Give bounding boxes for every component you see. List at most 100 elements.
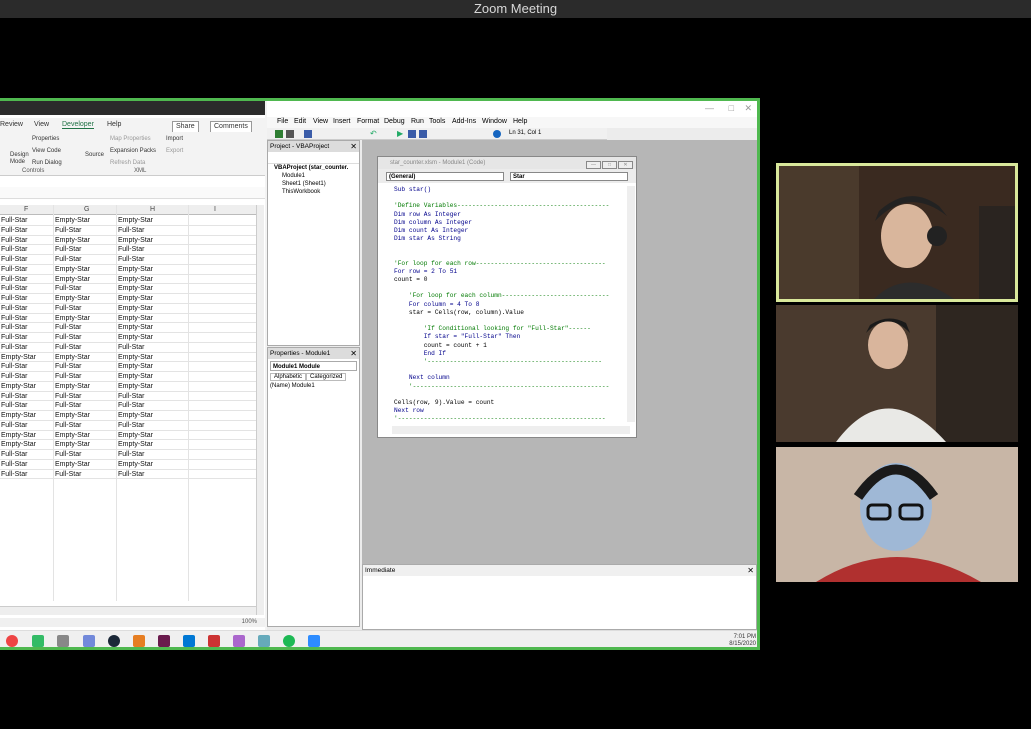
video-tile-3[interactable] <box>776 447 1018 582</box>
export-button[interactable]: Export <box>166 148 183 154</box>
tab-categorized[interactable]: Categorized <box>306 373 347 381</box>
import-button[interactable]: Import <box>166 136 183 142</box>
menu-item-file[interactable]: File <box>277 118 288 125</box>
app-icon[interactable] <box>208 635 220 647</box>
menu-item-addins[interactable]: Add-Ins <box>452 118 476 125</box>
undo-icon[interactable]: ↶ <box>370 130 378 138</box>
table-cell[interactable]: Full-Star <box>1 323 27 332</box>
close-icon[interactable]: ✕ <box>747 565 754 576</box>
table-cell[interactable]: Empty-Star <box>118 265 153 274</box>
design-mode-button[interactable]: Design Mode <box>10 152 30 166</box>
tab-help[interactable]: Help <box>107 121 121 128</box>
column-header-g[interactable]: G <box>84 206 89 213</box>
table-cell[interactable]: Empty-Star <box>55 411 90 420</box>
table-cell[interactable]: Empty-Star <box>118 382 153 391</box>
table-cell[interactable]: Empty-Star <box>118 216 153 225</box>
insert-module-icon[interactable] <box>286 130 294 138</box>
column-header-f[interactable]: F <box>24 206 28 213</box>
table-cell[interactable]: Full-Star <box>55 421 81 430</box>
maximize-icon[interactable]: □ <box>602 161 617 169</box>
table-cell[interactable]: Empty-Star <box>1 353 36 362</box>
table-cell[interactable]: Empty-Star <box>118 411 153 420</box>
table-cell[interactable]: Empty-Star <box>55 353 90 362</box>
video-tile-1[interactable] <box>776 163 1018 302</box>
table-cell[interactable]: Full-Star <box>55 304 81 313</box>
table-cell[interactable]: Full-Star <box>55 450 81 459</box>
properties-button[interactable]: Properties <box>32 136 59 142</box>
close-icon[interactable]: ✕ <box>350 348 357 359</box>
menu-item-insert[interactable]: Insert <box>333 118 351 125</box>
table-cell[interactable]: Full-Star <box>55 323 81 332</box>
table-cell[interactable]: Empty-Star <box>55 236 90 245</box>
table-cell[interactable]: Empty-Star <box>55 440 90 449</box>
table-cell[interactable]: Full-Star <box>1 343 27 352</box>
app-icon[interactable] <box>258 635 270 647</box>
app-icon[interactable] <box>158 635 170 647</box>
table-cell[interactable]: Full-Star <box>1 255 27 264</box>
close-icon[interactable]: ✕ <box>744 103 752 114</box>
table-cell[interactable]: Full-Star <box>1 284 27 293</box>
table-cell[interactable]: Empty-Star <box>118 294 153 303</box>
tree-module1[interactable]: Module1 <box>274 172 359 180</box>
maximize-icon[interactable]: □ <box>729 103 734 113</box>
table-cell[interactable]: Full-Star <box>118 401 144 410</box>
table-cell[interactable]: Full-Star <box>1 401 27 410</box>
object-select[interactable]: (General) <box>386 172 504 181</box>
property-name-row[interactable]: (Name) Module1 <box>268 381 359 391</box>
table-cell[interactable]: Full-Star <box>1 226 27 235</box>
procedure-select[interactable]: Star <box>510 172 628 181</box>
column-header-h[interactable]: H <box>150 206 155 213</box>
menu-item-format[interactable]: Format <box>357 118 379 125</box>
excel-icon[interactable] <box>275 130 283 138</box>
table-cell[interactable]: Empty-Star <box>118 323 153 332</box>
table-cell[interactable]: Full-Star <box>55 470 81 479</box>
table-cell[interactable]: Full-Star <box>55 392 81 401</box>
table-cell[interactable]: Full-Star <box>1 333 27 342</box>
table-cell[interactable]: Full-Star <box>1 294 27 303</box>
app-icon[interactable] <box>57 635 69 647</box>
video-tile-2[interactable] <box>776 305 1018 442</box>
tab-developer[interactable]: Developer <box>62 121 94 129</box>
table-cell[interactable]: Empty-Star <box>1 431 36 440</box>
code-vertical-scrollbar[interactable] <box>627 186 635 422</box>
table-cell[interactable]: Full-Star <box>55 372 81 381</box>
table-cell[interactable]: Full-Star <box>118 255 144 264</box>
table-cell[interactable]: Full-Star <box>1 362 27 371</box>
app-icon[interactable] <box>233 635 245 647</box>
table-cell[interactable]: Full-Star <box>118 421 144 430</box>
table-cell[interactable]: Full-Star <box>55 245 81 254</box>
discord-icon[interactable] <box>83 635 95 647</box>
break-icon[interactable] <box>408 130 416 138</box>
help-icon[interactable] <box>493 130 501 138</box>
table-cell[interactable]: Full-Star <box>1 304 27 313</box>
expansion-packs-button[interactable]: Expansion Packs <box>110 148 156 154</box>
table-cell[interactable]: Full-Star <box>1 236 27 245</box>
table-cell[interactable]: Empty-Star <box>118 284 153 293</box>
zoom-icon[interactable] <box>308 635 320 647</box>
tree-vbaproject[interactable]: VBAProject (star_counter. <box>274 164 359 172</box>
minimize-icon[interactable]: — <box>705 103 714 113</box>
table-cell[interactable]: Full-Star <box>1 216 27 225</box>
tree-sheet1[interactable]: Sheet1 (Sheet1) <box>274 180 359 188</box>
table-cell[interactable]: Empty-Star <box>55 460 90 469</box>
table-cell[interactable]: Empty-Star <box>118 333 153 342</box>
table-cell[interactable]: Full-Star <box>118 392 144 401</box>
table-cell[interactable]: Full-Star <box>1 421 27 430</box>
table-cell[interactable]: Full-Star <box>1 245 27 254</box>
table-cell[interactable]: Empty-Star <box>55 275 90 284</box>
table-cell[interactable]: Empty-Star <box>118 362 153 371</box>
excel-horizontal-scrollbar[interactable] <box>0 606 256 615</box>
table-cell[interactable]: Full-Star <box>1 314 27 323</box>
run-icon[interactable]: ▶ <box>397 130 405 138</box>
run-dialog-button[interactable]: Run Dialog <box>32 160 62 166</box>
source-button[interactable]: Source <box>85 152 104 158</box>
menu-item-help[interactable]: Help <box>513 118 527 125</box>
menu-item-debug[interactable]: Debug <box>384 118 405 125</box>
table-cell[interactable]: Full-Star <box>1 265 27 274</box>
tab-review[interactable]: Review <box>0 121 23 128</box>
formula-bar[interactable] <box>0 187 265 199</box>
table-cell[interactable]: Full-Star <box>118 245 144 254</box>
spotify-icon[interactable] <box>283 635 295 647</box>
system-clock[interactable]: 7:01 PM 8/15/2020 <box>729 634 756 647</box>
table-cell[interactable]: Empty-Star <box>55 216 90 225</box>
